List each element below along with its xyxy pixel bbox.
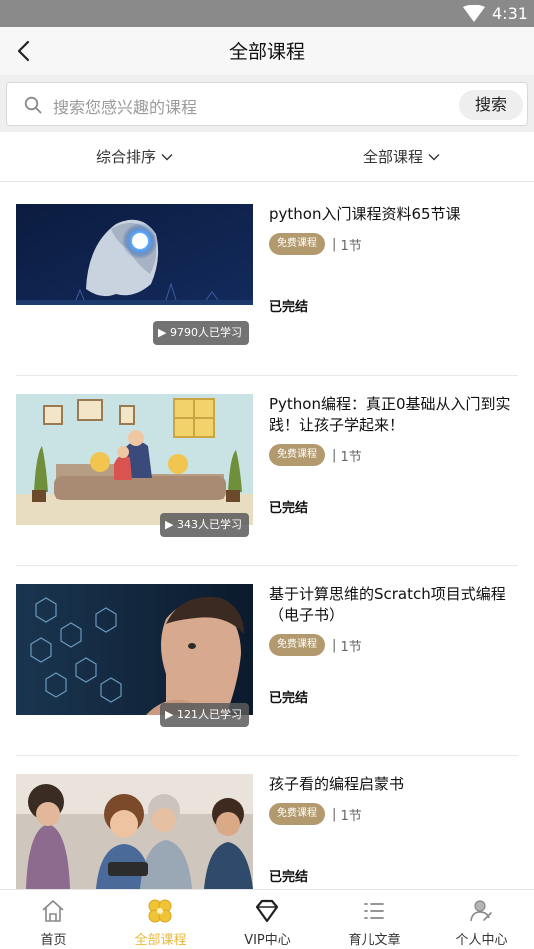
course-item[interactable]: ▶ 9790人已学习 python入门课程资料65节课 免费课程 | 1节 已完…: [0, 186, 534, 376]
tab-label: 个人中心: [455, 933, 508, 948]
filter-bar: 综合排序 全部课程: [0, 132, 534, 182]
learners-count: 121人已学习: [176, 708, 242, 721]
lesson-count: 1节: [340, 449, 362, 465]
meta-separator: |: [332, 447, 337, 463]
course-meta: 免费课程 | 1节: [269, 233, 362, 255]
meta-separator: |: [332, 806, 337, 822]
tab-label: 育儿文章: [348, 933, 401, 948]
learners-count: 9790人已学习: [169, 326, 242, 339]
lesson-count: 1节: [340, 808, 362, 824]
search-input[interactable]: 搜索您感兴趣的课程 搜索: [6, 82, 528, 126]
chevron-down-icon: [161, 153, 173, 160]
course-item[interactable]: 孩子看的编程启蒙书 免费课程 | 1节 已完结: [0, 756, 534, 889]
ai-robot-image: [16, 204, 253, 305]
search-bar: 搜索您感兴趣的课程 搜索: [0, 75, 534, 132]
category-dropdown[interactable]: 全部课程: [363, 146, 440, 167]
course-item[interactable]: ▶ 121人已学习 基于计算思维的Scratch项目式编程（电子书） 免费课程 …: [0, 566, 534, 756]
course-status: 已完结: [269, 691, 309, 706]
page-title: 全部课程: [228, 41, 305, 63]
tab-label: VIP中心: [244, 933, 291, 948]
lesson-count: 1节: [340, 639, 362, 655]
lesson-count: 1节: [340, 238, 362, 254]
free-tag: 免费课程: [269, 634, 325, 656]
course-title: Python编程：真正0基础从入门到实践！让孩子学起来！: [269, 395, 511, 434]
sort-label: 综合排序: [96, 148, 157, 166]
course-thumbnail: [16, 204, 253, 305]
sort-dropdown[interactable]: 综合排序: [96, 146, 173, 167]
tab-profile[interactable]: 个人中心: [428, 890, 534, 949]
learners-count: 343人已学习: [176, 518, 242, 531]
search-icon: [24, 96, 42, 114]
course-status: 已完结: [269, 870, 309, 885]
course-meta: 免费课程 | 1节: [269, 444, 362, 466]
family-reading-image: [16, 394, 253, 525]
user-icon: [470, 900, 492, 922]
course-thumbnail: [16, 394, 253, 525]
free-tag: 免费课程: [269, 803, 325, 825]
course-item[interactable]: ▶ 343人已学习 Python编程：真正0基础从入门到实践！让孩子学起来！ 免…: [0, 376, 534, 566]
meta-separator: |: [332, 236, 337, 252]
search-button[interactable]: 搜索: [459, 90, 523, 120]
course-thumbnail: [16, 584, 253, 715]
learners-badge: ▶ 343人已学习: [160, 513, 249, 537]
course-status: 已完结: [269, 300, 309, 315]
kids-learning-image: [16, 774, 253, 889]
status-time: 4:31: [492, 4, 528, 23]
top-bar: 全部课程: [0, 27, 534, 75]
tab-label: 首页: [40, 933, 67, 948]
learners-badge: ▶ 121人已学习: [160, 703, 249, 727]
bottom-tab-bar: 首页 全部课程 VIP中心 育儿文章 个人中心: [0, 889, 534, 949]
diamond-icon: [255, 899, 279, 923]
course-title: 基于计算思维的Scratch项目式编程（电子书）: [269, 585, 506, 624]
tech-portrait-image: [16, 584, 253, 715]
tab-home[interactable]: 首页: [0, 890, 107, 949]
tab-articles[interactable]: 育儿文章: [321, 890, 428, 949]
course-thumbnail: [16, 774, 253, 889]
meta-separator: |: [332, 637, 337, 653]
course-meta: 免费课程 | 1节: [269, 803, 362, 825]
search-placeholder: 搜索您感兴趣的课程: [53, 98, 198, 117]
free-tag: 免费课程: [269, 233, 325, 255]
clover-icon: [148, 899, 172, 923]
free-tag: 免费课程: [269, 444, 325, 466]
chevron-down-icon: [428, 153, 440, 160]
course-title: 孩子看的编程启蒙书: [269, 775, 405, 793]
learners-badge: ▶ 9790人已学习: [153, 321, 249, 345]
tab-label: 全部课程: [134, 933, 187, 948]
status-bar: 4:31: [0, 0, 534, 27]
course-status: 已完结: [269, 501, 309, 516]
home-icon: [42, 900, 64, 922]
tab-all-courses[interactable]: 全部课程: [107, 890, 214, 949]
course-meta: 免费课程 | 1节: [269, 634, 362, 656]
list-icon: [364, 903, 384, 919]
signal-icon: [463, 5, 485, 22]
course-title: python入门课程资料65节课: [269, 205, 461, 223]
tab-vip[interactable]: VIP中心: [214, 890, 321, 949]
category-label: 全部课程: [363, 148, 424, 166]
